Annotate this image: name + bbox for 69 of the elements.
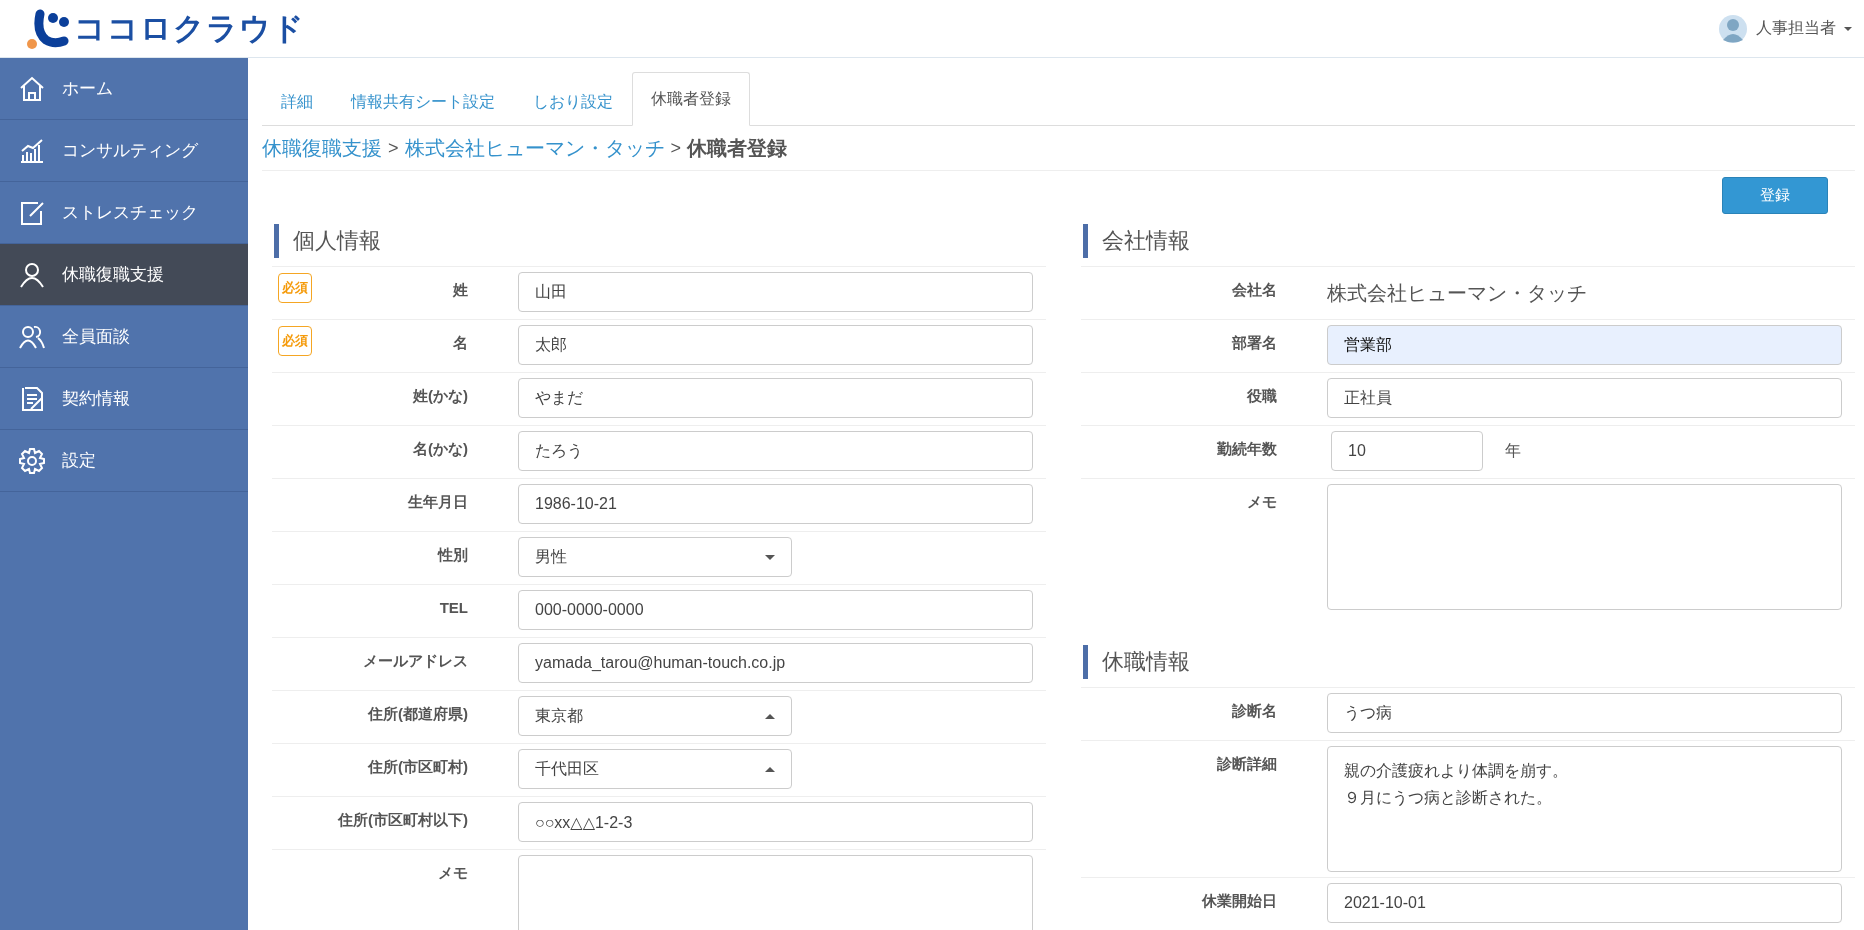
field-label: 姓 [453,281,468,300]
field-label: 休業開始日 [1202,892,1277,911]
field-label: 住所(市区町村以下) [338,811,468,830]
input-field[interactable]: 太郎 [518,325,1033,365]
chart-icon [18,136,46,165]
sidebar-item[interactable]: ホーム [0,58,248,120]
sidebar-item[interactable]: 設定 [0,430,248,492]
field-label: メールアドレス [363,652,468,671]
input-field[interactable]: やまだ [518,378,1033,418]
field-label: メモ [438,864,468,883]
sidebar-item[interactable]: コンサルティング [0,120,248,182]
field-label: 生年月日 [408,493,468,512]
tab[interactable]: 休職者登録 [632,72,750,126]
select-field[interactable]: 男性 [518,537,792,577]
field-label: 名 [453,334,468,353]
field-label: メモ [1247,493,1277,512]
input-field[interactable]: yamada_tarou@human-touch.co.jp [518,643,1033,683]
section-title: 休職情報 [1083,645,1855,679]
textarea-field[interactable]: 親の介護疲れより体調を崩す。 ９月にうつ病と診断された。 [1327,746,1842,872]
settings-icon [18,446,46,475]
home-icon [18,74,46,103]
input-field[interactable]: 営業部 [1327,325,1842,365]
field-label: 会社名 [1232,281,1277,300]
memo-field[interactable] [1327,484,1842,610]
breadcrumb-link[interactable]: 休職復職支援 [262,134,382,162]
text-line: ９月にうつ病と診断された。 [1344,788,1553,808]
select-field[interactable]: 東京都 [518,696,792,736]
field-label: 住所(都道府県) [368,705,468,724]
field-label: TEL [439,599,468,618]
field-label: 診断名 [1232,702,1277,721]
required-badge: 必須 [278,273,312,303]
input-field[interactable]: ○○xx△△1-2-3 [518,802,1033,842]
logo-text: ココロクラウド [74,9,305,48]
field-label: 役職 [1247,387,1277,406]
input-field[interactable]: 正社員 [1327,378,1842,418]
field-label: 住所(市区町村) [368,758,468,777]
tab[interactable]: 情報共有シート設定 [332,78,514,126]
text-line: 親の介護疲れより体調を崩す。 [1344,761,1569,781]
field-value: 株式会社ヒューマン・タッチ [1327,281,1588,306]
unit-label: 年 [1505,440,1521,461]
section-title: 個人情報 [274,224,1046,258]
logo-icon [26,7,70,50]
input-field[interactable]: たろう [518,431,1033,471]
avatar-icon [1718,13,1748,44]
caret-icon[interactable] [1844,26,1852,31]
input-field[interactable]: うつ病 [1327,693,1842,733]
user-menu[interactable]: 人事担当者 [1756,18,1836,39]
field-label: 部署名 [1232,334,1277,353]
sidebar-item[interactable]: 休職復職支援 [0,244,248,306]
sidebar-item[interactable]: 契約情報 [0,368,248,430]
field-label: 名(かな) [413,440,468,459]
breadcrumb-separator: > [670,137,682,159]
sidebar-item[interactable]: 全員面談 [0,306,248,368]
number-field[interactable]: 10 [1331,431,1483,471]
field-label: 診断詳細 [1217,755,1277,774]
field-label: 性別 [438,546,468,565]
section-title: 会社情報 [1083,224,1855,258]
field-label: 勤続年数 [1217,440,1277,459]
select-field[interactable]: 千代田区 [518,749,792,789]
input-field[interactable]: 2021-10-01 [1327,883,1842,923]
input-field[interactable]: 000-0000-0000 [518,590,1033,630]
input-field[interactable]: 山田 [518,272,1033,312]
person-icon [18,260,46,289]
breadcrumb-current: 休職者登録 [687,135,788,161]
required-badge: 必須 [278,326,312,356]
tab[interactable]: しおり設定 [514,78,632,126]
input-field[interactable]: 1986-10-21 [518,484,1033,524]
field-label: 姓(かな) [413,387,468,406]
breadcrumb-separator: > [388,137,399,159]
